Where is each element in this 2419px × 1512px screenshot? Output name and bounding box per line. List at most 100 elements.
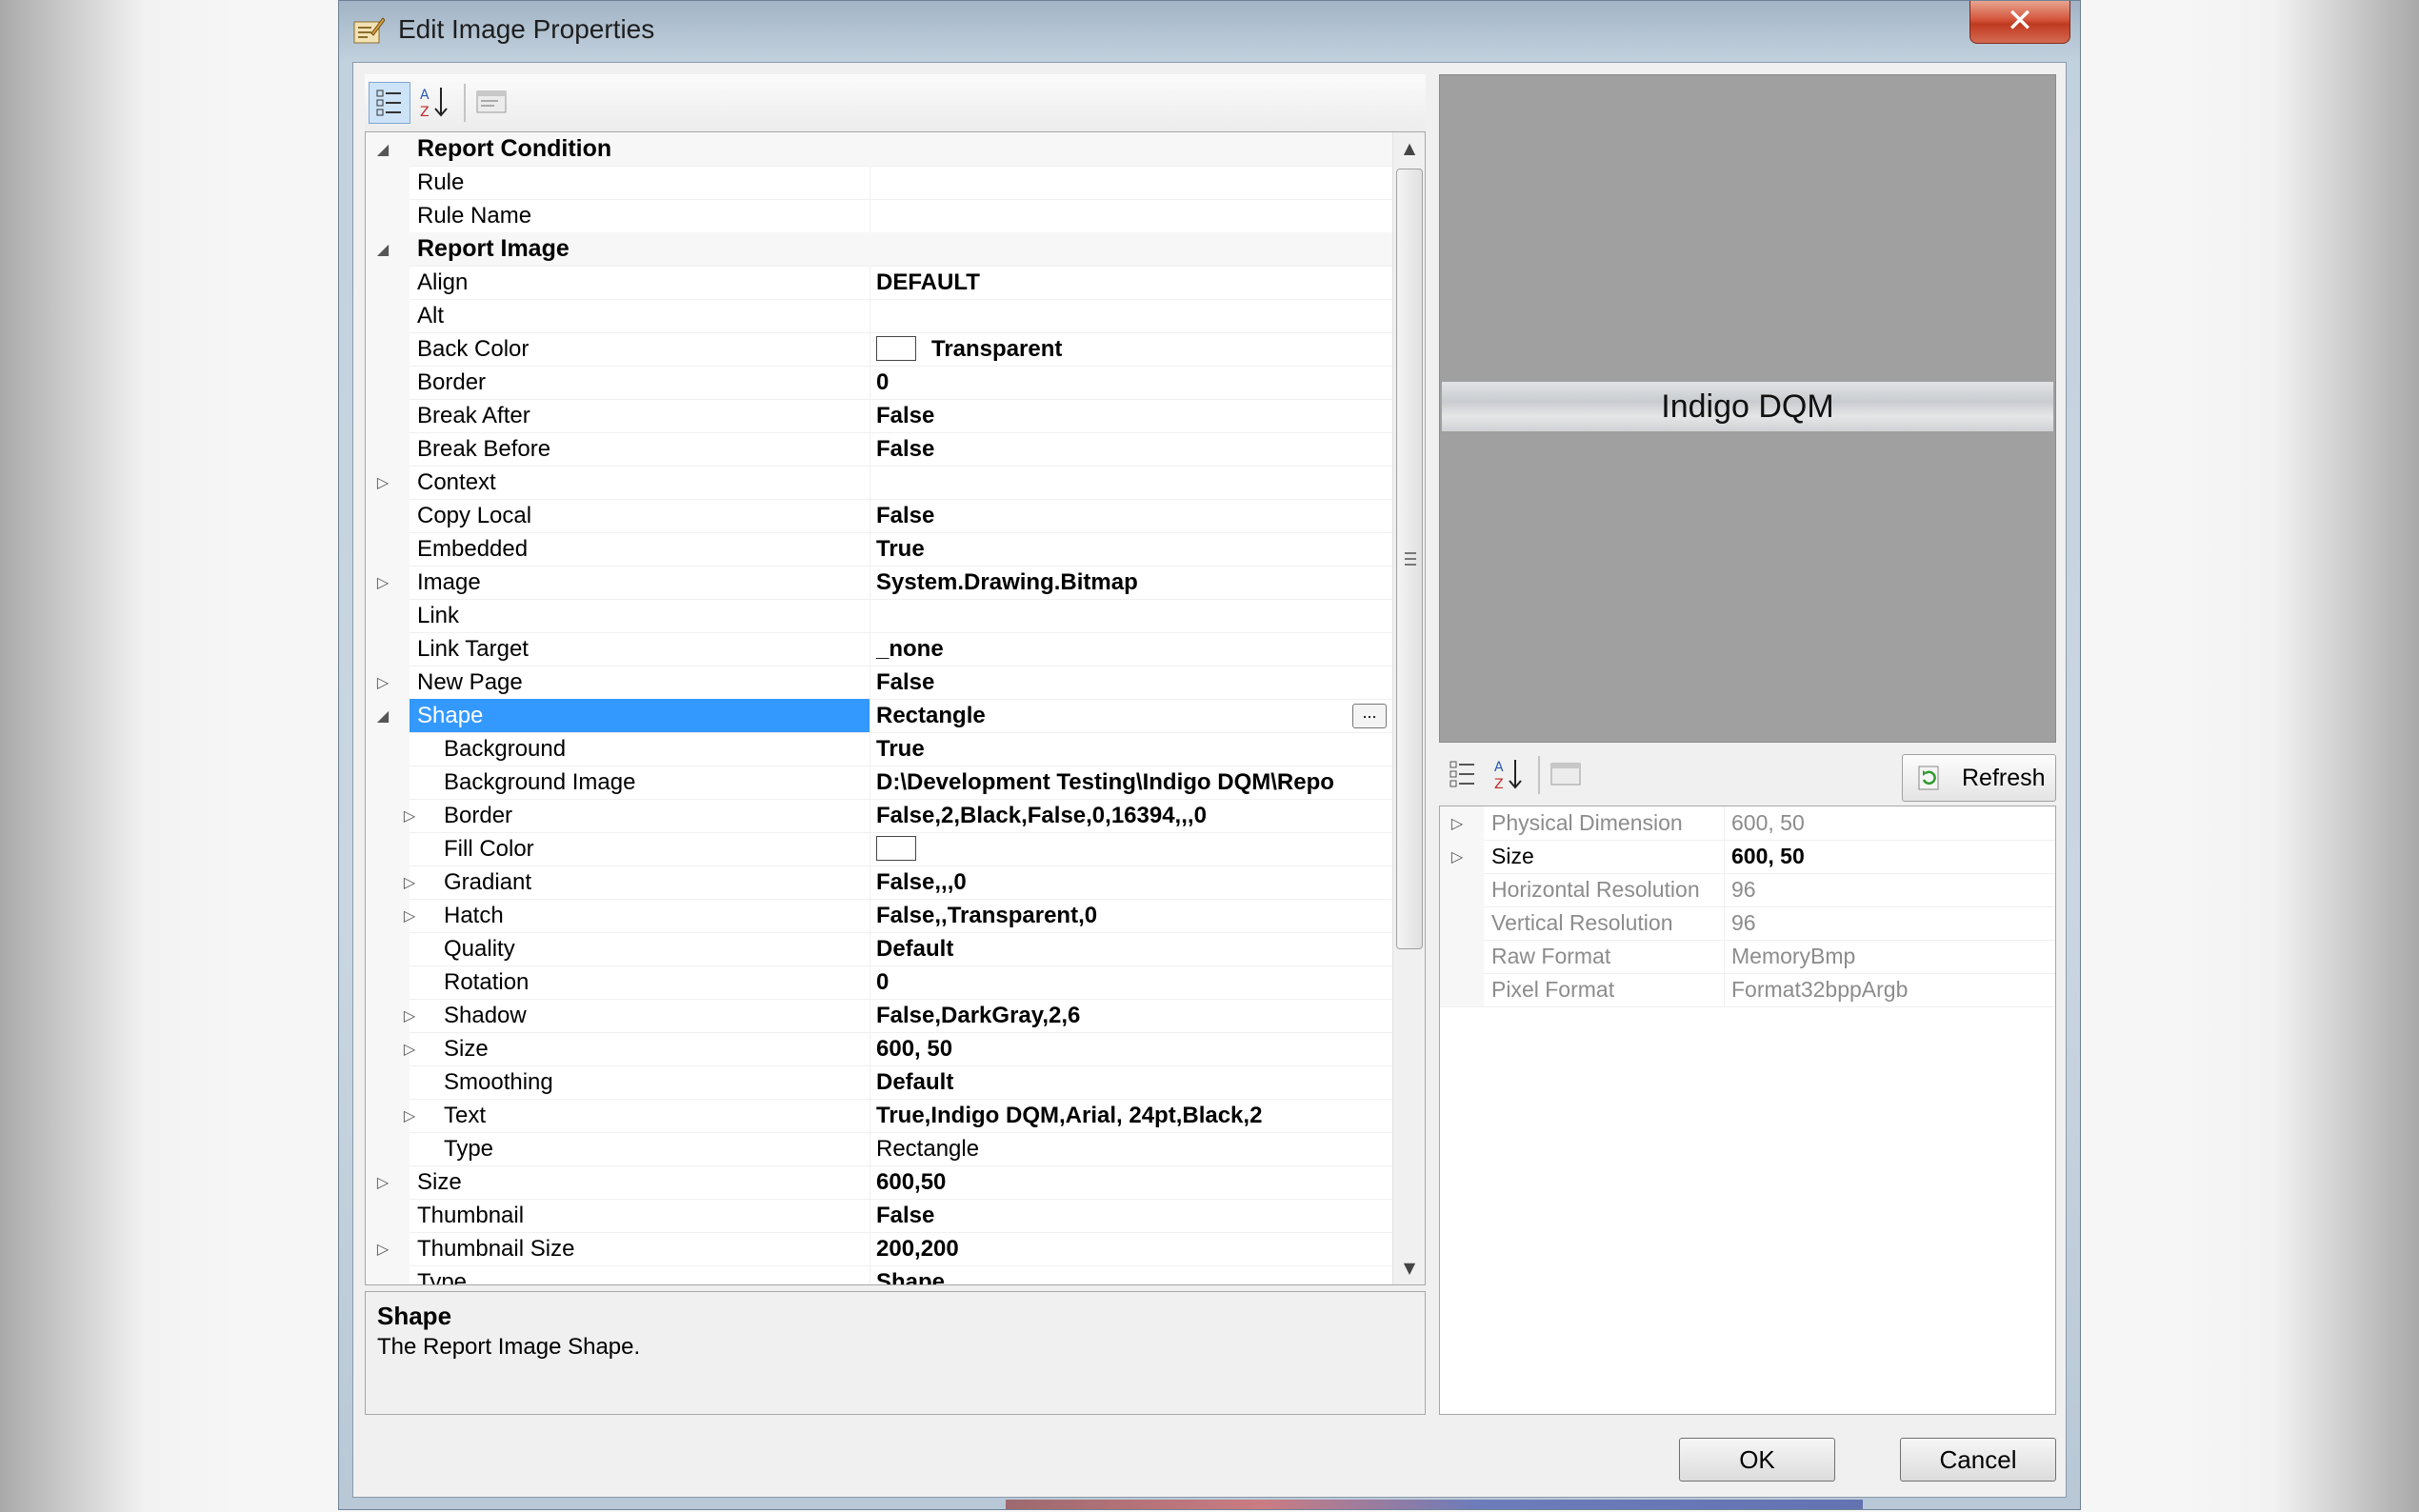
property-value[interactable] [876,832,1390,865]
property-row[interactable]: Fill Color [366,832,1392,866]
property-row[interactable]: ▷ Gradiant False,,,0 [366,865,1392,900]
property-row[interactable]: Rule [366,166,1392,200]
property-value[interactable]: False [876,399,1390,432]
info-row[interactable]: Pixel Format Format32bppArgb [1440,973,2055,1007]
property-row[interactable]: ▷ Text True,Indigo DQM,Arial, 24pt,Black,2 [366,1099,1392,1133]
property-value[interactable]: Transparent [876,332,1390,366]
property-value[interactable]: Rectangle [876,1132,1390,1165]
expand-arrow-icon[interactable]: ▷ [373,566,392,599]
property-value[interactable] [876,599,1390,632]
property-value[interactable]: False [876,432,1390,466]
property-row[interactable]: Align DEFAULT [366,266,1392,300]
property-value[interactable]: 600,50 [876,1165,1390,1199]
property-row[interactable]: Background True [366,732,1392,766]
info-alphabetical-button[interactable]: A Z [1489,754,1530,796]
ellipsis-button[interactable]: ... [1352,704,1387,728]
vertical-scrollbar[interactable]: ▲ ▼ [1392,132,1425,1284]
expand-arrow-icon[interactable]: ▷ [400,1032,419,1065]
property-value[interactable]: False [876,1199,1390,1232]
property-row[interactable]: ◢ Shape Rectangle... [366,699,1392,733]
expand-arrow-icon[interactable]: ▷ [373,466,392,499]
info-row[interactable]: Vertical Resolution 96 [1440,906,2055,941]
property-value[interactable]: Default [876,932,1390,965]
ok-button[interactable]: OK [1679,1438,1835,1482]
property-row[interactable]: Embedded True [366,532,1392,567]
info-property-pages-button[interactable] [1546,754,1588,796]
expand-arrow-icon[interactable]: ▷ [400,999,419,1032]
property-row[interactable]: Break After False [366,399,1392,433]
expand-arrow-icon[interactable]: ▷ [400,865,419,899]
property-value[interactable] [876,466,1390,499]
property-value[interactable]: Rectangle [876,699,1390,732]
scroll-thumb[interactable] [1396,169,1423,949]
property-value[interactable]: System.Drawing.Bitmap [876,566,1390,599]
expand-arrow-icon[interactable]: ▷ [1448,840,1467,873]
property-row[interactable]: Alt [366,299,1392,333]
property-value[interactable]: DEFAULT [876,266,1390,299]
title-bar[interactable]: Edit Image Properties ✕ [339,1,2080,60]
property-value[interactable]: 600, 50 [876,1032,1390,1065]
collapse-arrow-icon[interactable]: ◢ [373,132,392,166]
property-value[interactable]: False [876,499,1390,532]
expand-arrow-icon[interactable]: ▷ [373,1165,392,1199]
info-row[interactable]: ▷ Physical Dimension 600, 50 [1440,806,2055,841]
property-value[interactable]: False,,Transparent,0 [876,899,1390,932]
scroll-down-arrow[interactable]: ▼ [1393,1252,1425,1284]
info-row[interactable]: Raw Format MemoryBmp [1440,940,2055,974]
property-value[interactable]: 0 [876,366,1390,399]
property-row[interactable]: Quality Default [366,932,1392,966]
property-value[interactable]: _none [876,632,1390,666]
property-row[interactable]: Border 0 [366,366,1392,400]
alphabetical-button[interactable]: A Z [414,82,456,124]
property-row[interactable]: Copy Local False [366,499,1392,533]
property-row[interactable]: Thumbnail False [366,1199,1392,1233]
property-row[interactable]: ▷ Hatch False,,Transparent,0 [366,899,1392,933]
property-row[interactable]: ▷ Thumbnail Size 200,200 [366,1232,1392,1266]
close-button[interactable]: ✕ [1969,1,2070,44]
scroll-up-arrow[interactable]: ▲ [1393,132,1425,165]
expand-arrow-icon[interactable]: ▷ [400,899,419,932]
property-value[interactable]: Shape [876,1265,1390,1284]
property-row[interactable]: Break Before False [366,432,1392,467]
property-value[interactable]: False,,,0 [876,865,1390,899]
expand-arrow-icon[interactable]: ▷ [1448,806,1467,840]
property-value[interactable]: 0 [876,965,1390,999]
property-row[interactable]: Link Target _none [366,632,1392,666]
property-value[interactable] [876,199,1390,232]
property-row[interactable]: Link [366,599,1392,633]
property-row[interactable]: ▷ Image System.Drawing.Bitmap [366,566,1392,600]
cancel-button[interactable]: Cancel [1900,1438,2056,1482]
property-value[interactable]: False,DarkGray,2,6 [876,999,1390,1032]
property-value[interactable] [876,166,1390,199]
property-row[interactable]: Smoothing Default [366,1065,1392,1100]
property-value[interactable]: True,Indigo DQM,Arial, 24pt,Black,2 [876,1099,1390,1132]
property-row[interactable]: ▷ Shadow False,DarkGray,2,6 [366,999,1392,1033]
info-row[interactable]: ▷ Size 600, 50 [1440,840,2055,874]
property-value[interactable]: True [876,732,1390,766]
property-pages-button[interactable] [471,82,513,124]
property-value[interactable]: False,2,Black,False,0,16394,,,0 [876,799,1390,832]
property-row[interactable]: ▷ New Page False [366,666,1392,700]
collapse-arrow-icon[interactable]: ◢ [373,699,392,732]
category-row[interactable]: ◢ Report Image [366,232,1392,267]
property-row[interactable]: Type Shape [366,1265,1392,1284]
expand-arrow-icon[interactable]: ▷ [400,1099,419,1132]
info-categorized-button[interactable] [1443,754,1485,796]
property-value[interactable]: Default [876,1065,1390,1099]
expand-arrow-icon[interactable]: ▷ [373,666,392,699]
category-row[interactable]: ◢ Report Condition [366,132,1392,167]
property-row[interactable]: Rule Name [366,199,1392,233]
property-value[interactable]: False [876,666,1390,699]
property-value[interactable]: True [876,532,1390,566]
property-row[interactable]: ▷ Size 600,50 [366,1165,1392,1200]
property-row[interactable]: Back Color Transparent [366,332,1392,367]
property-row[interactable]: ▷ Border False,2,Black,False,0,16394,,,0 [366,799,1392,833]
property-row[interactable]: Rotation 0 [366,965,1392,1000]
property-row[interactable]: Background Image D:\Development Testing\I… [366,766,1392,800]
property-value[interactable] [876,299,1390,332]
property-row[interactable]: ▷ Size 600, 50 [366,1032,1392,1066]
property-row[interactable]: ▷ Context [366,466,1392,500]
property-value[interactable]: 200,200 [876,1232,1390,1265]
property-value[interactable]: D:\Development Testing\Indigo DQM\Repo [876,766,1390,799]
categorized-button[interactable] [369,82,410,124]
